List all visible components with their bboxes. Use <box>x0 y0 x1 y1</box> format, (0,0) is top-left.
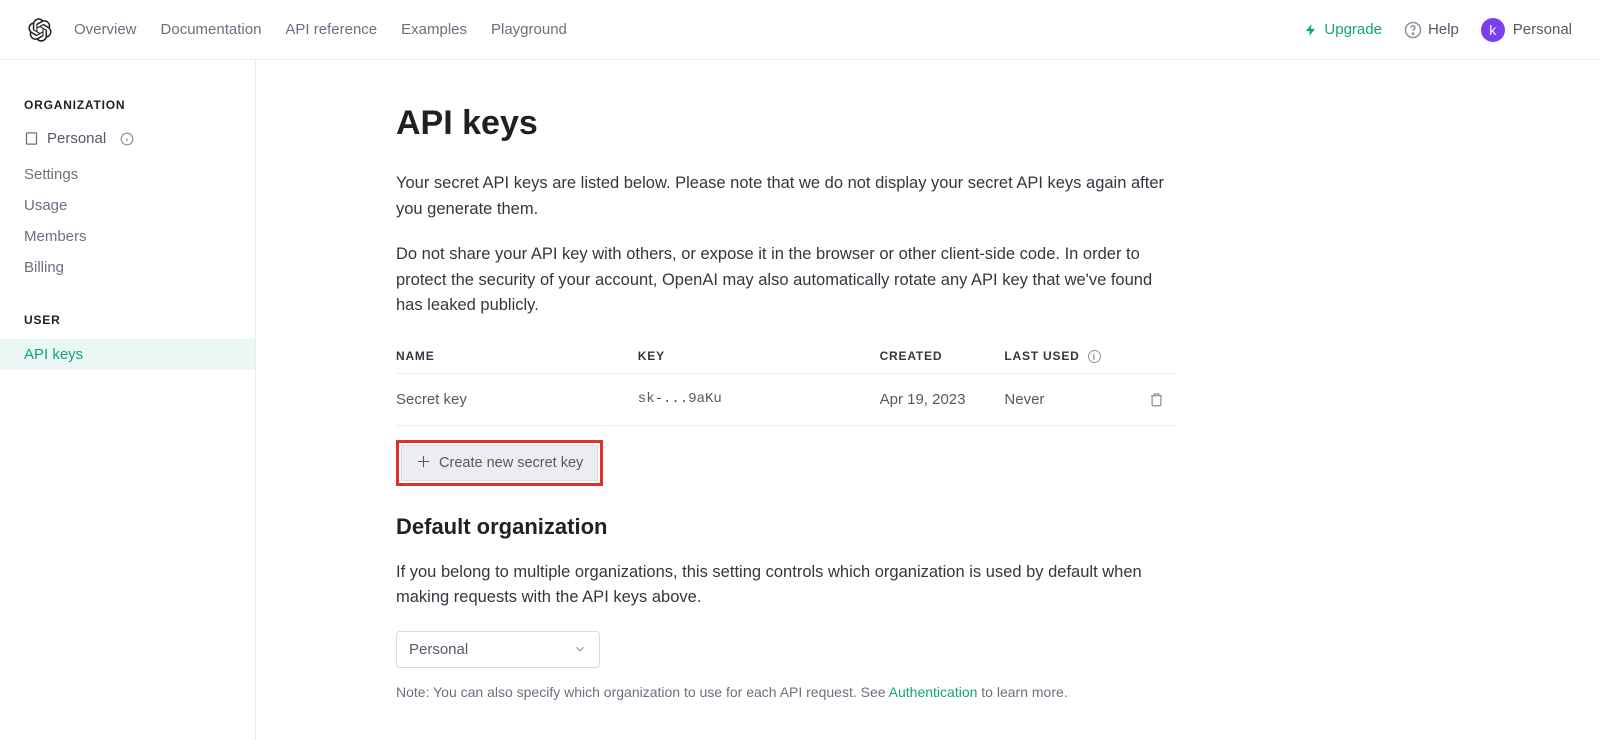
cell-last-used: Never <box>1004 373 1145 425</box>
api-keys-table: NAME KEY CREATED LAST USED i Secret key … <box>396 339 1176 426</box>
default-org-title: Default organization <box>396 514 1176 540</box>
top-nav: Overview Documentation API reference Exa… <box>0 0 1600 60</box>
sidebar-item-settings[interactable]: Settings <box>0 159 255 190</box>
nav-api-reference[interactable]: API reference <box>285 21 377 38</box>
help-link[interactable]: Help <box>1404 21 1459 39</box>
page-desc-1: Your secret API keys are listed below. P… <box>396 171 1176 222</box>
cell-key: sk-...9aKu <box>638 373 880 425</box>
plus-icon: ＋ <box>416 455 431 470</box>
delete-key-button[interactable] <box>1145 388 1168 411</box>
building-icon <box>24 131 39 146</box>
openai-logo-icon[interactable] <box>28 18 52 42</box>
upgrade-label: Upgrade <box>1324 21 1382 38</box>
th-created: CREATED <box>880 339 1005 374</box>
nav-overview[interactable]: Overview <box>74 21 137 38</box>
upgrade-link[interactable]: Upgrade <box>1304 21 1382 38</box>
create-button-label: Create new secret key <box>439 455 583 471</box>
select-value: Personal <box>409 641 468 658</box>
th-name: NAME <box>396 339 638 374</box>
sidebar-item-usage[interactable]: Usage <box>0 190 255 221</box>
chevron-down-icon <box>573 642 587 656</box>
note-prefix: Note: You can also specify which organiz… <box>396 684 889 700</box>
th-last-used: LAST USED i <box>1004 339 1145 374</box>
sidebar-org-selector[interactable]: Personal <box>0 124 255 159</box>
table-row: Secret key sk-...9aKu Apr 19, 2023 Never <box>396 373 1176 425</box>
nav-playground[interactable]: Playground <box>491 21 567 38</box>
help-label: Help <box>1428 21 1459 38</box>
sidebar-item-billing[interactable]: Billing <box>0 252 255 283</box>
nav-examples[interactable]: Examples <box>401 21 467 38</box>
sidebar-org-name: Personal <box>47 130 106 147</box>
sidebar-org-heading: ORGANIZATION <box>0 98 255 124</box>
default-org-select[interactable]: Personal <box>396 631 600 668</box>
sidebar: ORGANIZATION Personal Settings Usage Mem… <box>0 60 256 740</box>
default-org-note: Note: You can also specify which organiz… <box>396 684 1176 700</box>
trash-icon <box>1149 392 1164 407</box>
account-menu[interactable]: k Personal <box>1481 18 1572 42</box>
page-desc-2: Do not share your API key with others, o… <box>396 242 1176 319</box>
th-last-used-label: LAST USED <box>1004 349 1079 363</box>
cell-created: Apr 19, 2023 <box>880 373 1005 425</box>
create-key-highlight: ＋ Create new secret key <box>396 440 603 486</box>
th-key: KEY <box>638 339 880 374</box>
help-icon <box>1404 21 1422 39</box>
account-label: Personal <box>1513 21 1572 38</box>
info-icon <box>120 132 134 146</box>
sidebar-item-api-keys[interactable]: API keys <box>0 339 255 370</box>
nav-documentation[interactable]: Documentation <box>161 21 262 38</box>
cell-name: Secret key <box>396 373 638 425</box>
bolt-icon <box>1304 23 1318 37</box>
authentication-link[interactable]: Authentication <box>889 684 978 700</box>
sidebar-user-heading: USER <box>0 313 255 339</box>
nav-right: Upgrade Help k Personal <box>1304 18 1572 42</box>
create-secret-key-button[interactable]: ＋ Create new secret key <box>401 445 598 481</box>
main-content: API keys Your secret API keys are listed… <box>256 60 1600 740</box>
avatar: k <box>1481 18 1505 42</box>
sidebar-item-members[interactable]: Members <box>0 221 255 252</box>
default-org-desc: If you belong to multiple organizations,… <box>396 560 1176 611</box>
info-icon[interactable]: i <box>1088 350 1101 363</box>
page-title: API keys <box>396 104 1176 143</box>
nav-links: Overview Documentation API reference Exa… <box>74 21 567 38</box>
note-suffix: to learn more. <box>977 684 1067 700</box>
